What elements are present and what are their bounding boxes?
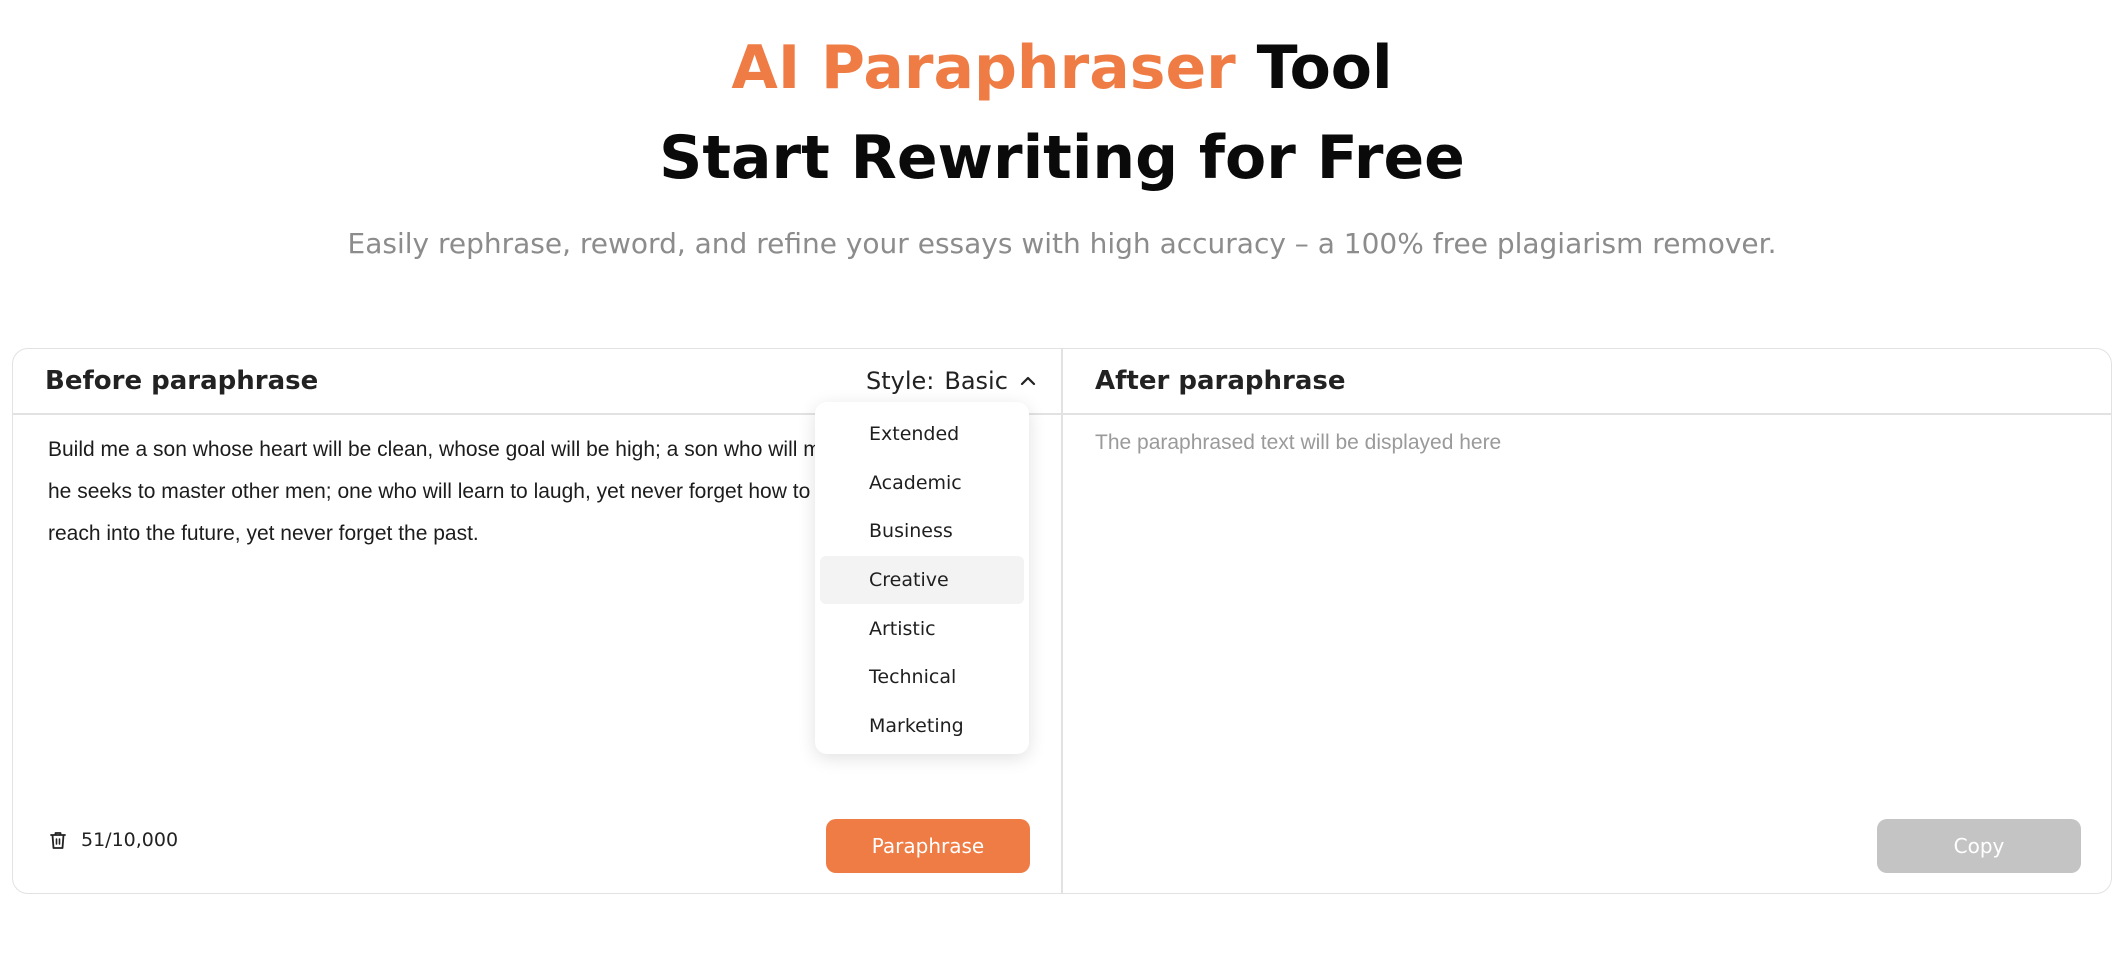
style-selector[interactable]: Style: Basic: [866, 363, 1038, 399]
trash-icon[interactable]: [47, 829, 69, 851]
chevron-up-icon: [1020, 376, 1036, 386]
style-value: Basic: [944, 367, 1008, 395]
panel-divider-horizontal: [13, 413, 2111, 415]
style-option-creative[interactable]: Creative: [820, 555, 1024, 605]
char-counter-group: 51/10,000: [47, 829, 178, 851]
page-subtitle-heading: Start Rewriting for Free: [659, 123, 1465, 193]
output-text-area: The paraphrased text will be displayed h…: [1095, 431, 1502, 454]
paraphrase-button[interactable]: Paraphrase: [826, 819, 1030, 873]
style-option-extended[interactable]: Extended: [820, 410, 1024, 459]
style-dropdown-menu: Extended Academic Business Creative Arti…: [815, 402, 1029, 754]
style-option-artistic[interactable]: Artistic: [820, 604, 1024, 653]
style-option-marketing[interactable]: Marketing: [820, 702, 1024, 751]
title-rest: Tool: [1256, 33, 1393, 103]
paraphrase-panel: Before paraphrase Style: Basic After par…: [12, 348, 2112, 894]
copy-button[interactable]: Copy: [1877, 819, 2081, 873]
before-paraphrase-heading: Before paraphrase: [45, 366, 319, 396]
page-description: Easily rephrase, reword, and refine your…: [347, 227, 1777, 260]
panel-divider-vertical: [1061, 349, 1063, 893]
after-paraphrase-heading: After paraphrase: [1095, 366, 1346, 396]
style-option-academic[interactable]: Academic: [820, 459, 1024, 508]
page-title: AI Paraphraser Tool: [0, 28, 2124, 108]
title-highlight: AI Paraphraser: [731, 28, 1237, 108]
style-label: Style:: [866, 367, 935, 395]
style-option-technical[interactable]: Technical: [820, 653, 1024, 702]
style-option-business[interactable]: Business: [820, 507, 1024, 556]
char-count: 51/10,000: [81, 829, 179, 851]
